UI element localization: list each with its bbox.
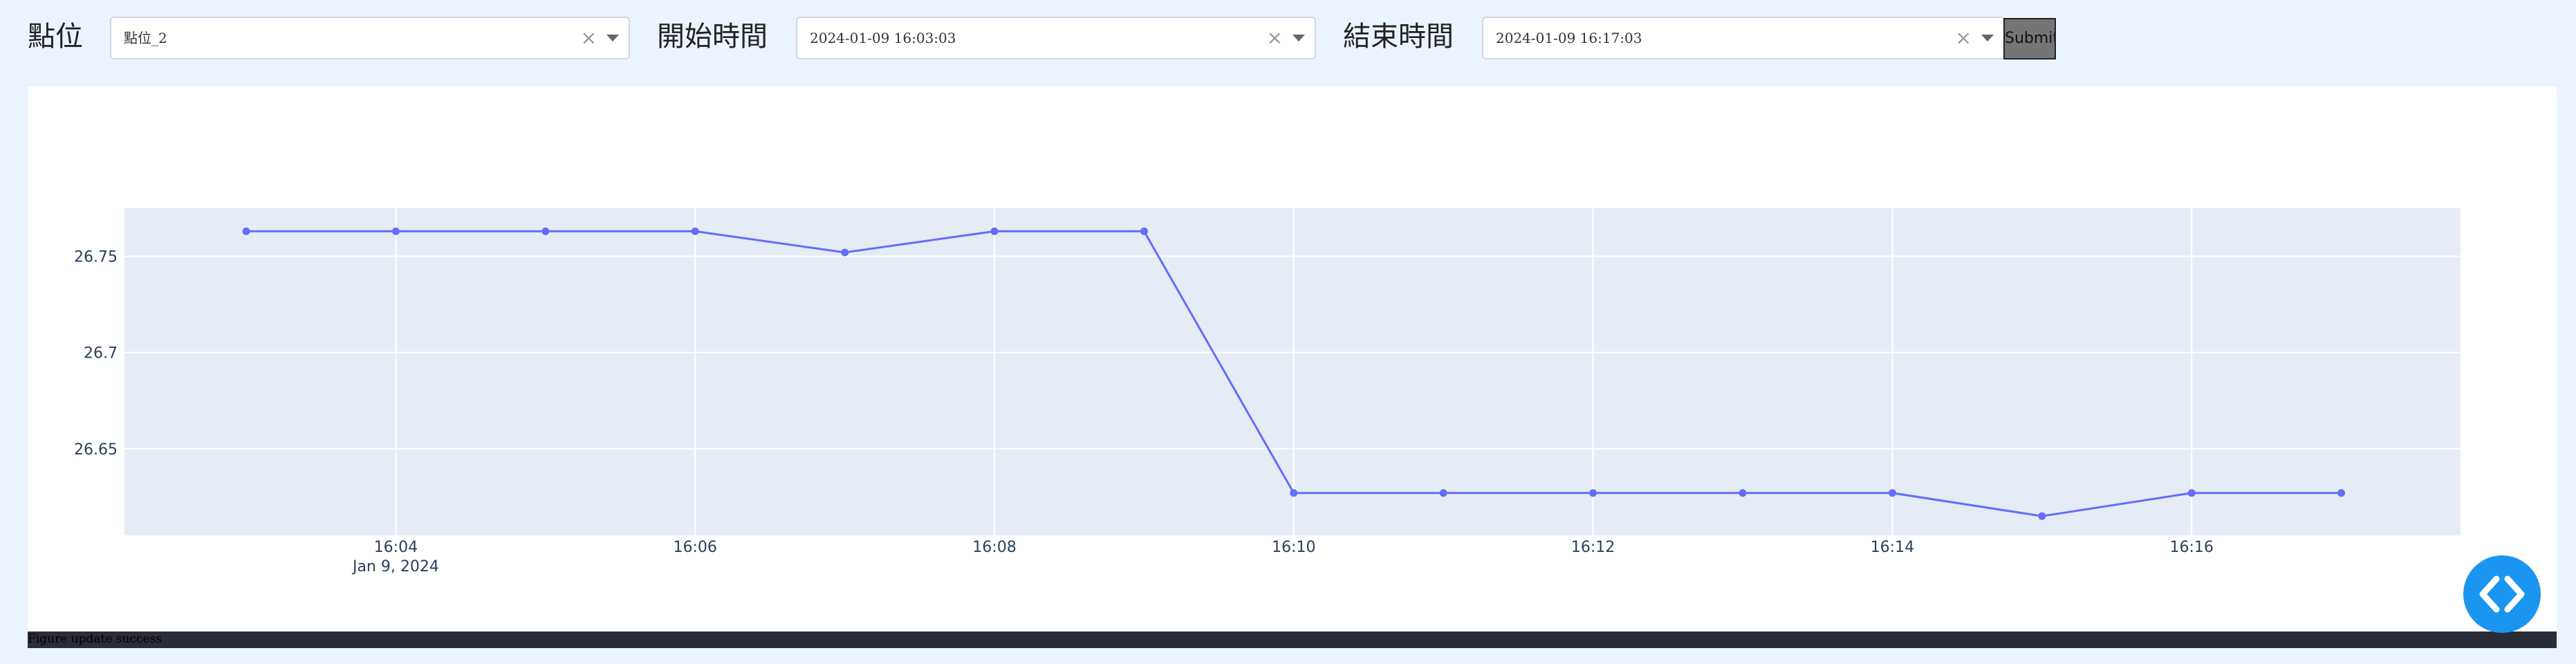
x-axis-date-label: Jan 9, 2024 [351,558,439,575]
start-time-value: 2024-01-09 16:03:03 [810,30,956,46]
data-point[interactable] [242,227,250,235]
data-point[interactable] [1439,489,1447,497]
status-text: Figure update success [28,632,163,646]
x-tick-label: 16:16 [2169,539,2213,556]
divider [1289,28,1290,48]
clear-icon[interactable]: × [1956,18,1972,58]
line-chart[interactable]: 16:04 16:06 16:08 16:10 16:12 16:14 16:16 26.7… [28,86,2557,631]
y-tick-label: 26.7 [84,345,118,362]
divider [603,28,604,48]
code-brackets-icon [2479,575,2525,613]
clear-icon[interactable]: × [581,18,597,58]
data-point[interactable] [990,227,999,235]
data-point[interactable] [391,227,400,235]
data-point[interactable] [1888,489,1896,497]
chevron-down-icon[interactable] [1981,35,1994,42]
data-point[interactable] [1290,489,1298,497]
plot-area [124,208,2461,535]
divider [1978,28,1979,48]
x-tick-label: 16:08 [972,539,1016,556]
end-time-value: 2024-01-09 16:17:03 [1496,30,1642,46]
x-tick-label: 16:10 [1272,539,1315,556]
start-time-label: 開始時間 [657,21,768,53]
y-tick-label: 26.65 [74,441,118,459]
clear-icon[interactable]: × [1267,18,1283,58]
x-tick-label: 16:14 [1871,539,1914,556]
data-point[interactable] [1589,489,1597,497]
data-point[interactable] [1140,227,1148,235]
chevron-down-icon[interactable] [1292,35,1305,42]
point-select-value: 點位_2 [124,30,167,46]
data-point[interactable] [841,248,849,257]
y-tick-label: 26.75 [74,249,118,266]
y-axis-ticks: 26.75 26.7 26.65 [74,249,118,459]
x-tick-label: 16:12 [1571,539,1615,556]
end-time-label: 結束時間 [1343,21,1454,53]
data-point[interactable] [1739,489,1747,497]
x-tick-label: 16:04 [374,539,418,556]
x-axis-ticks: 16:04 16:06 16:08 16:10 16:12 16:14 16:16 [374,539,2214,556]
point-label: 點位 [28,21,83,53]
data-point[interactable] [2187,489,2196,497]
x-tick-label: 16:06 [673,539,716,556]
status-bar: Figure update success [28,631,2557,648]
chart-container: 16:04 16:06 16:08 16:10 16:12 16:14 16:16 26.7… [28,86,2557,631]
end-time-select[interactable]: 2024-01-09 16:17:03 × [1482,17,2005,59]
code-toggle-button[interactable] [2463,555,2541,633]
data-point[interactable] [2038,512,2046,520]
data-point[interactable] [2337,489,2346,497]
chevron-down-icon[interactable] [606,35,619,42]
start-time-select[interactable]: 2024-01-09 16:03:03 × [796,17,1316,59]
point-select[interactable]: 點位_2 × [110,17,630,59]
data-point[interactable] [691,227,699,235]
submit-button[interactable]: Submit [2003,18,2056,59]
data-point[interactable] [541,227,550,235]
